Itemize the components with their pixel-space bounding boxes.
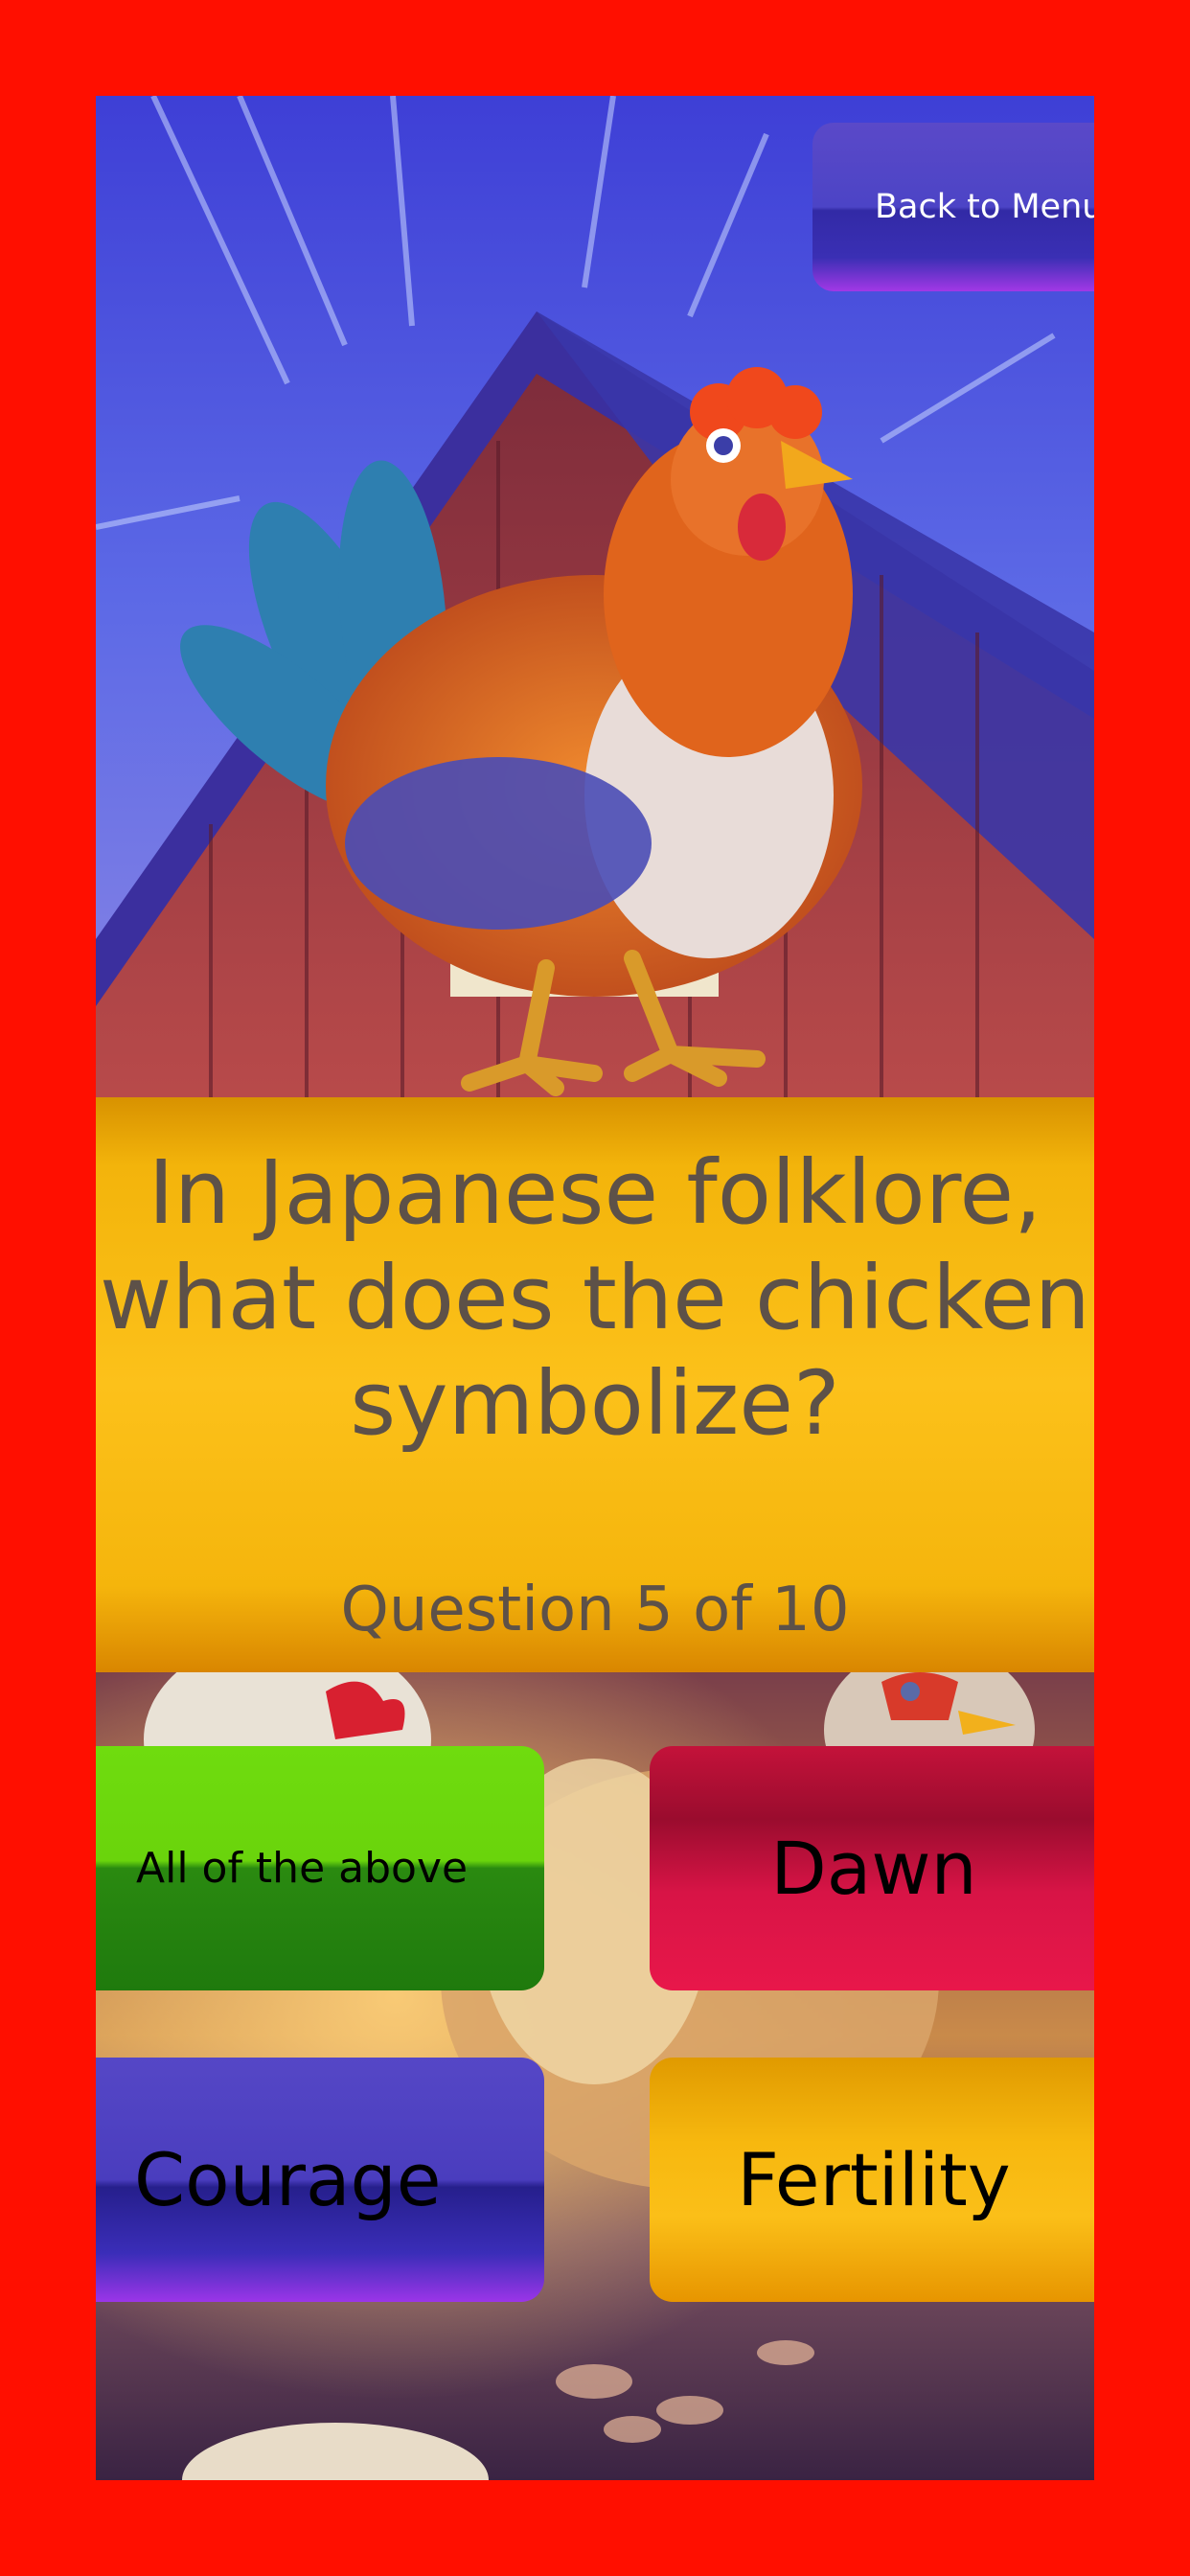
question-counter: Question 5 of 10 (340, 1575, 850, 1645)
answer-label: Courage (134, 2137, 442, 2222)
answer-button-dawn[interactable]: Dawn (650, 1746, 1094, 1990)
back-to-menu-button[interactable]: Back to Menu (812, 123, 1094, 291)
answer-button-courage[interactable]: Courage (96, 2058, 544, 2302)
back-to-menu-label: Back to Menu (875, 188, 1094, 226)
answer-label: All of the above (136, 1844, 469, 1893)
answer-label: Fertility (737, 2137, 1011, 2222)
question-panel: In Japanese folklore, what does the chic… (96, 1097, 1094, 1672)
answer-button-all-of-the-above[interactable]: All of the above (96, 1746, 544, 1990)
answer-label: Dawn (770, 1826, 977, 1911)
question-text: In Japanese folklore, what does the chic… (100, 1141, 1090, 1455)
quiz-screen: Back to Menu In Japanese folklore, what … (96, 96, 1094, 2480)
answer-button-fertility[interactable]: Fertility (650, 2058, 1094, 2302)
